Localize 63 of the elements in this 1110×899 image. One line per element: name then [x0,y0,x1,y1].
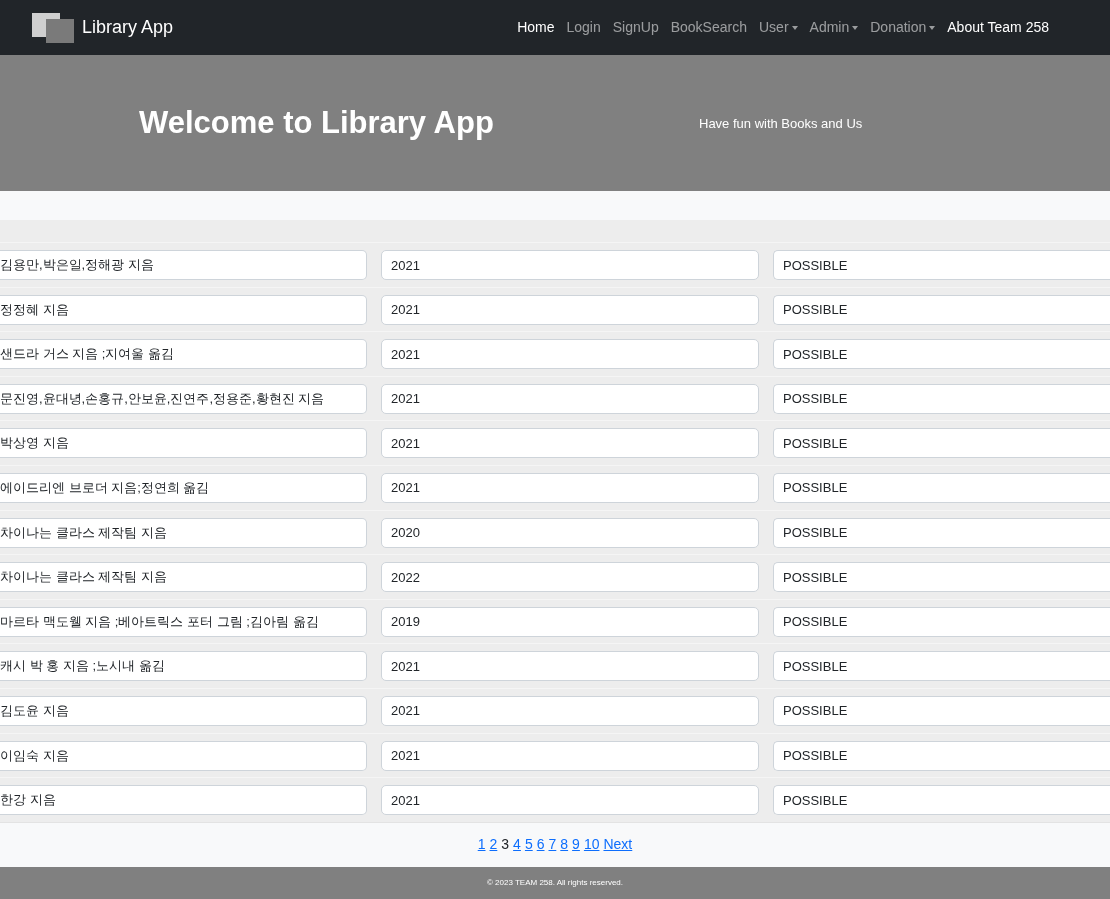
author-field[interactable]: 차이나는 클라스 제작팀 지음 [0,517,367,548]
author-field[interactable]: 마르타 맥도웰 지음 ;베아트릭스 포터 그림 ;김아림 옮김 [0,606,367,637]
status-field[interactable]: POSSIBLE [773,562,1110,593]
nav-link[interactable]: About Team 258 [941,17,1055,38]
author-field[interactable]: 김용만,박은일,정해광 지음 [0,250,367,280]
author-field[interactable]: 정정혜 지음 [0,294,367,325]
author-field[interactable]: 차이나는 클라스 제작팀 지음 [0,562,367,593]
status-field[interactable]: POSSIBLE [773,651,1110,682]
dropdown-toggle-link[interactable]: User [753,17,804,38]
status-field[interactable]: POSSIBLE [773,695,1110,726]
year-field[interactable]: 2021 [381,695,759,726]
nav-link[interactable]: Home [511,17,561,38]
author-field[interactable]: 박상영 지음 [0,428,367,459]
page-link-text[interactable]: 6 [536,834,545,856]
status-field[interactable]: POSSIBLE [773,472,1110,503]
status-field[interactable]: POSSIBLE [773,517,1110,548]
page-link-text[interactable]: 5 [524,834,533,856]
copyright-text: © 2023 TEAM 258. All rights reserved. [486,876,623,889]
year-field[interactable]: 2021 [381,250,759,280]
author-field[interactable]: 에이드리엔 브로더 지음;정연희 옮김 [0,472,367,503]
dropdown-toggle-link[interactable]: Admin [803,17,865,38]
author-field[interactable]: 한강 지음 [0,785,367,816]
hero-subtitle: Have fun with Books and Us [699,115,863,131]
status-field[interactable]: POSSIBLE [773,250,1110,280]
next-link[interactable]: Next [603,834,633,856]
year-field[interactable]: 2021 [381,740,759,771]
nav-link[interactable]: Login [560,17,607,38]
status-field[interactable]: POSSIBLE [773,785,1110,816]
page-link-text[interactable]: 10 [583,834,600,856]
status-field[interactable]: POSSIBLE [773,294,1110,325]
brand-name[interactable]: Library App [82,14,174,41]
author-field[interactable]: 캐시 박 홍 지음 ;노시내 옮김 [0,651,367,682]
year-field[interactable]: 2021 [381,651,759,682]
page-link-text[interactable]: 2 [489,834,498,856]
page-link-text[interactable]: 9 [572,834,580,856]
year-field[interactable]: 2022 [381,562,759,593]
dropdown-toggle-link[interactable]: Donation [864,17,942,38]
year-field[interactable]: 2021 [381,785,759,816]
page-link-text[interactable]: 8 [560,834,569,856]
nav-link[interactable]: BookSearch [664,17,753,38]
status-field[interactable]: POSSIBLE [773,606,1110,637]
logo-icon [32,12,74,43]
hero-title: Welcome to Library App [139,104,495,142]
author-field[interactable]: 샌드라 거스 지음 ;지여울 옮김 [0,339,367,370]
year-field[interactable]: 2021 [381,383,759,414]
year-field[interactable]: 2021 [381,472,759,503]
current-page: 3 [501,835,510,855]
year-field[interactable]: 2020 [381,517,759,548]
status-field[interactable]: POSSIBLE [773,339,1110,370]
status-field[interactable]: POSSIBLE [773,428,1110,459]
author-field[interactable]: 문진영,윤대녕,손홍규,안보윤,진연주,정용준,황현진 지음 [0,383,367,414]
nav-link[interactable]: SignUp [606,17,665,38]
status-field[interactable]: POSSIBLE [773,383,1110,414]
year-field[interactable]: 2021 [381,339,759,370]
page-link-text[interactable]: 1 [477,834,486,856]
author-field[interactable]: 김도윤 지음 [0,695,367,726]
status-field[interactable]: POSSIBLE [773,740,1110,771]
page-link-text[interactable]: 4 [513,834,521,856]
year-field[interactable]: 2021 [381,428,759,459]
year-field[interactable]: 2021 [381,294,759,325]
page-link-text[interactable]: 7 [548,834,557,856]
author-field[interactable]: 이임숙 지음 [0,740,367,771]
year-field[interactable]: 2019 [381,606,759,637]
